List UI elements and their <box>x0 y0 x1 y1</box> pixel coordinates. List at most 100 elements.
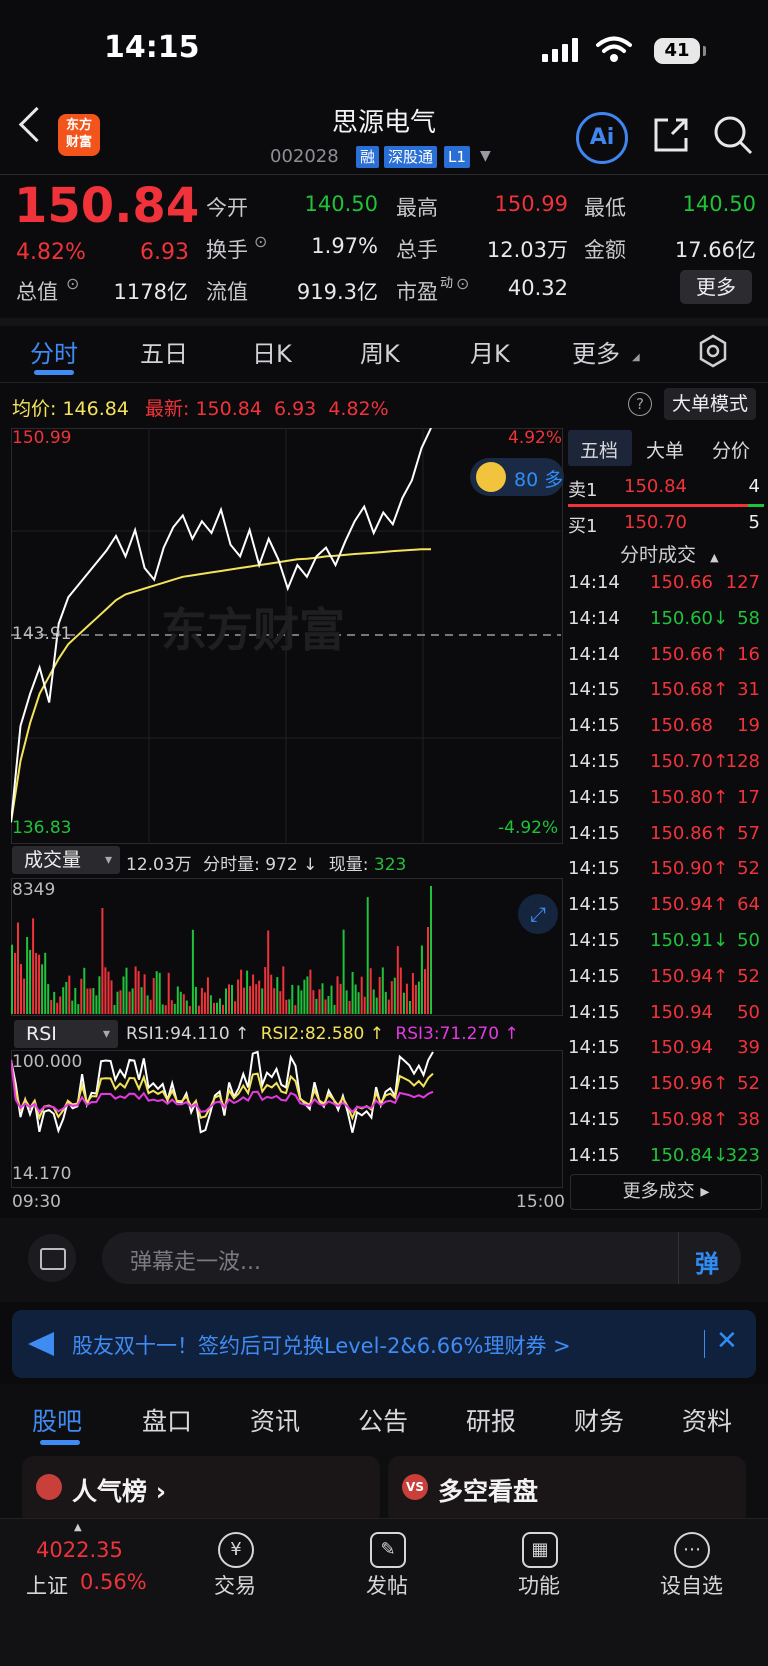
back-icon[interactable] <box>18 106 55 143</box>
danmu-send-button[interactable]: 弹 <box>678 1232 741 1284</box>
volume-bar <box>417 981 420 1014</box>
volume-indicator-select[interactable]: 成交量 <box>12 846 120 874</box>
market-cap-label: 总值 <box>16 280 58 304</box>
volume-bar <box>399 967 402 1014</box>
tab-monthly-k[interactable]: 月K <box>470 334 510 369</box>
trade-price: 150.66 <box>650 572 713 593</box>
big-order-mode-button[interactable]: 大单模式 <box>664 388 756 420</box>
more-trades-button[interactable]: 更多成交 ▸ <box>570 1174 762 1210</box>
bid-ask-ratio-bar <box>568 504 764 507</box>
volume-bar <box>252 974 255 1014</box>
close-icon[interactable]: ✕ <box>716 1326 738 1356</box>
tab-intraday[interactable]: 分时 <box>30 334 78 369</box>
bid-1-price: 150.70 <box>624 512 687 533</box>
volume-bar <box>375 997 378 1014</box>
volume-max-label: 8349 <box>12 880 56 900</box>
tab-weekly-k[interactable]: 周K <box>360 334 400 369</box>
trade-row: 14:15 150.98↑ 38 <box>568 1109 764 1143</box>
volume-bar <box>315 998 318 1014</box>
volume-bar <box>264 967 267 1014</box>
index-name[interactable]: 上证 <box>26 1570 68 1600</box>
trade-icon[interactable]: ¥ <box>218 1532 254 1568</box>
search-icon[interactable] <box>712 114 754 156</box>
volume-bar <box>216 1002 218 1014</box>
volume-bar <box>77 1004 80 1014</box>
volume-bar <box>261 988 264 1014</box>
volume-bar <box>206 977 209 1014</box>
pe-info-icon[interactable]: ⊙ <box>456 274 469 293</box>
more-quote-button[interactable]: 更多 <box>680 270 752 304</box>
tab-profile[interactable]: 资料 <box>682 1402 732 1438</box>
post-icon[interactable]: ✎ <box>370 1532 406 1568</box>
volume-bar <box>427 927 429 1014</box>
nav-trade[interactable]: 交易 <box>214 1570 256 1600</box>
volume-bar <box>14 953 16 1014</box>
nav-features[interactable]: 功能 <box>518 1570 560 1600</box>
battery-indicator: 41 <box>654 38 706 64</box>
volume-bar <box>414 984 417 1014</box>
tab-price-distribution[interactable]: 分价 <box>712 436 750 463</box>
volume-bar <box>351 972 354 1014</box>
trades-title-label: 分时成交 <box>620 544 697 566</box>
features-icon[interactable]: ▦ <box>522 1532 558 1568</box>
expand-chart-icon[interactable]: ⤢ <box>518 894 558 934</box>
watchlist-icon[interactable]: ⋯ <box>674 1532 710 1568</box>
header-divider <box>0 174 768 175</box>
volume-bar <box>119 990 122 1014</box>
amount-value: 17.66亿 <box>674 238 756 262</box>
trade-row: 14:15 150.94↑ 64 <box>568 894 764 928</box>
volume-bar <box>98 976 101 1014</box>
ai-assistant-button[interactable]: Ai <box>576 112 628 164</box>
sentiment-bubble[interactable]: 80 多 <box>470 458 564 496</box>
tab-forum[interactable]: 股吧 <box>32 1402 82 1438</box>
tab-big-order[interactable]: 大单 <box>646 436 684 463</box>
trade-volume: 50 <box>737 1001 760 1023</box>
volume-bar <box>408 1001 411 1014</box>
tab-five-day[interactable]: 五日 <box>140 334 188 369</box>
volume-chart[interactable] <box>11 878 563 1016</box>
rsi-indicator-select[interactable]: RSI <box>14 1020 118 1048</box>
index-value[interactable]: 4022.35 <box>36 1538 123 1562</box>
index-percent[interactable]: 0.56% <box>80 1570 147 1594</box>
tab-announcements[interactable]: 公告 <box>358 1402 408 1438</box>
trade-time: 14:15 <box>568 822 620 844</box>
y-min-pct-label: -4.92% <box>498 818 559 838</box>
trade-row: 14:15 150.94↑ 52 <box>568 966 764 1000</box>
share-icon[interactable] <box>652 116 690 154</box>
danmu-toggle-icon[interactable] <box>28 1234 76 1282</box>
index-expand-icon[interactable]: ▲ <box>74 1522 82 1533</box>
tab-order-book[interactable]: 盘口 <box>142 1402 192 1438</box>
trades-title[interactable]: 分时成交 ▲ <box>620 540 719 567</box>
turnover-info-icon[interactable]: ⊙ <box>254 232 267 251</box>
trade-volume: 57 <box>737 822 760 844</box>
rsi-chart[interactable] <box>11 1050 563 1188</box>
trade-price: 150.94↑ <box>650 965 729 987</box>
nav-add-watchlist[interactable]: 设自选 <box>660 1570 723 1600</box>
code-dropdown-icon[interactable]: ▼ <box>480 148 491 164</box>
tab-five-level[interactable]: 五档 <box>580 436 618 463</box>
tab-finance[interactable]: 财务 <box>574 1402 624 1438</box>
volume-bar <box>267 930 270 1014</box>
y-min-label: 136.83 <box>12 818 72 838</box>
nav-post[interactable]: 发帖 <box>366 1570 408 1600</box>
tab-more[interactable]: 更多 <box>572 334 620 369</box>
volume-bar <box>125 967 128 1014</box>
volume-bar <box>297 985 300 1014</box>
tab-daily-k[interactable]: 日K <box>252 334 292 369</box>
volume-bar <box>330 985 333 1014</box>
volume-bar <box>333 1004 336 1014</box>
stock-name: 思源电气 <box>331 108 436 138</box>
volume-bar <box>80 978 83 1014</box>
market-cap-info-icon[interactable]: ⊙ <box>66 274 79 293</box>
volume-bar <box>321 983 324 1014</box>
tab-news[interactable]: 资讯 <box>250 1402 300 1438</box>
volume-bar <box>164 1005 167 1014</box>
help-icon[interactable]: ? <box>628 392 652 416</box>
trades-collapse-icon: ▲ <box>710 551 719 564</box>
tab-research[interactable]: 研报 <box>466 1402 516 1438</box>
volume-bar <box>68 975 71 1014</box>
trade-time: 14:15 <box>568 751 620 772</box>
volume-bar <box>225 988 227 1014</box>
settings-gear-icon[interactable] <box>696 334 730 368</box>
volume-current-label: 现量: <box>328 855 369 875</box>
